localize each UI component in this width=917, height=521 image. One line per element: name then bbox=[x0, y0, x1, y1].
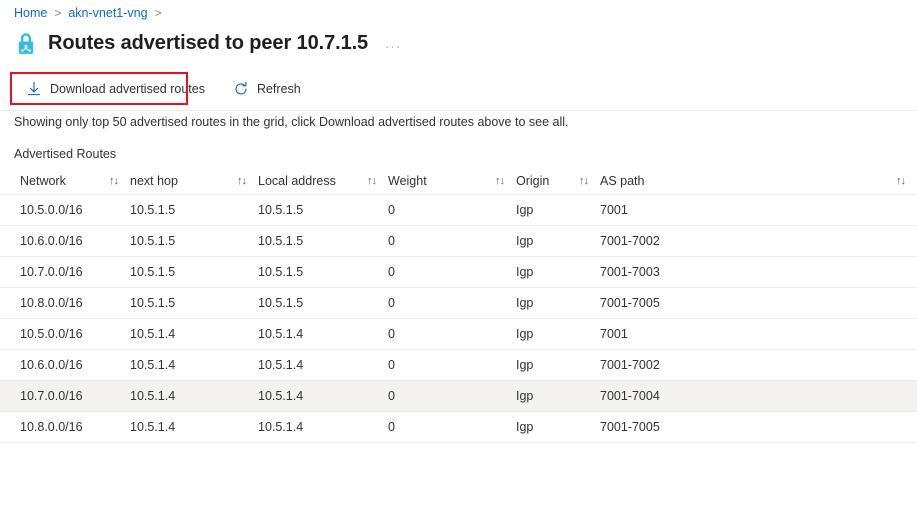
cell-origin: Igp bbox=[516, 256, 600, 288]
refresh-button[interactable]: Refresh bbox=[225, 74, 311, 104]
advertised-routes-grid: Network ↑↓ next hop ↑↓ Local address ↑↓ … bbox=[0, 168, 917, 443]
table-row[interactable]: 10.8.0.0/16 10.5.1.5 10.5.1.5 0 Igp 7001-7005 bbox=[0, 287, 917, 319]
column-header-as-path[interactable]: AS path ↑↓ bbox=[600, 168, 917, 195]
cell-local-address: 10.5.1.4 bbox=[258, 349, 388, 381]
cell-weight: 0 bbox=[388, 256, 516, 288]
cell-weight: 0 bbox=[388, 194, 516, 226]
sort-toggle-icon[interactable]: ↑↓ bbox=[896, 175, 906, 187]
table-row[interactable]: 10.5.0.0/16 10.5.1.4 10.5.1.4 0 Igp 7001 bbox=[0, 318, 917, 350]
refresh-label: Refresh bbox=[256, 82, 301, 96]
advertised-routes-table: Network ↑↓ next hop ↑↓ Local address ↑↓ … bbox=[0, 168, 917, 443]
cell-network: 10.6.0.0/16 bbox=[0, 349, 130, 381]
cell-network: 10.5.0.0/16 bbox=[0, 194, 130, 226]
cell-origin: Igp bbox=[516, 225, 600, 257]
breadcrumb-separator-icon: > bbox=[54, 6, 62, 20]
cell-as-path: 7001 bbox=[600, 318, 917, 350]
cell-origin: Igp bbox=[516, 411, 600, 443]
cell-network: 10.7.0.0/16 bbox=[0, 256, 130, 288]
breadcrumb-separator-icon: > bbox=[154, 6, 162, 20]
cell-as-path: 7001-7003 bbox=[600, 256, 917, 288]
grid-section-label: Advertised Routes bbox=[14, 147, 117, 161]
cell-local-address: 10.5.1.5 bbox=[258, 194, 388, 226]
column-header-origin[interactable]: Origin ↑↓ bbox=[516, 168, 600, 195]
cell-local-address: 10.5.1.5 bbox=[258, 287, 388, 319]
cell-local-address: 10.5.1.4 bbox=[258, 318, 388, 350]
column-header-weight-label: Weight bbox=[388, 174, 427, 188]
command-bar: Download advertised routes Refresh bbox=[0, 73, 917, 105]
cell-weight: 0 bbox=[388, 380, 516, 412]
column-header-network-label: Network bbox=[20, 174, 66, 188]
cell-next-hop: 10.5.1.5 bbox=[130, 194, 258, 226]
column-header-next-hop[interactable]: next hop ↑↓ bbox=[130, 168, 258, 195]
info-message: Showing only top 50 advertised routes in… bbox=[14, 115, 569, 129]
column-header-origin-label: Origin bbox=[516, 174, 550, 188]
table-row[interactable]: 10.7.0.0/16 10.5.1.5 10.5.1.5 0 Igp 7001-7003 bbox=[0, 256, 917, 288]
page-header: Routes advertised to peer 10.7.1.5 ... bbox=[14, 28, 401, 58]
download-advertised-routes-button[interactable]: Download advertised routes bbox=[18, 74, 215, 104]
cell-next-hop: 10.5.1.4 bbox=[130, 318, 258, 350]
vpn-gateway-lock-icon bbox=[18, 32, 34, 54]
cell-as-path: 7001 bbox=[600, 194, 917, 226]
table-body: 10.5.0.0/16 10.5.1.5 10.5.1.5 0 Igp 7001 10.6.… bbox=[0, 194, 917, 443]
table-row[interactable]: 10.7.0.0/16 10.5.1.4 10.5.1.4 0 Igp 7001-7004 bbox=[0, 380, 917, 412]
cell-local-address: 10.5.1.4 bbox=[258, 380, 388, 412]
cell-as-path: 7001-7005 bbox=[600, 411, 917, 443]
cell-local-address: 10.5.1.5 bbox=[258, 225, 388, 257]
cell-network: 10.5.0.0/16 bbox=[0, 318, 130, 350]
cell-network: 10.8.0.0/16 bbox=[0, 411, 130, 443]
cell-origin: Igp bbox=[516, 287, 600, 319]
column-header-as-path-label: AS path bbox=[600, 174, 645, 188]
cell-origin: Igp bbox=[516, 349, 600, 381]
cell-next-hop: 10.5.1.4 bbox=[130, 349, 258, 381]
download-advertised-routes-label: Download advertised routes bbox=[50, 82, 205, 96]
cell-as-path: 7001-7002 bbox=[600, 349, 917, 381]
cell-origin: Igp bbox=[516, 380, 600, 412]
column-header-weight[interactable]: Weight ↑↓ bbox=[388, 168, 516, 195]
table-row[interactable]: 10.8.0.0/16 10.5.1.4 10.5.1.4 0 Igp 7001-7005 bbox=[0, 411, 917, 443]
breadcrumb: Home > akn-vnet1-vng > bbox=[14, 4, 169, 22]
sort-toggle-icon[interactable]: ↑↓ bbox=[109, 175, 119, 187]
breadcrumb-item-vnet-gateway[interactable]: akn-vnet1-vng bbox=[68, 6, 147, 20]
routes-advertised-page: Home > akn-vnet1-vng > Routes advertised… bbox=[0, 0, 917, 521]
column-header-local-address[interactable]: Local address ↑↓ bbox=[258, 168, 388, 195]
refresh-circular-arrow-icon bbox=[235, 82, 247, 95]
cell-network: 10.6.0.0/16 bbox=[0, 225, 130, 257]
sort-toggle-icon[interactable]: ↑↓ bbox=[367, 175, 377, 187]
sort-toggle-icon[interactable]: ↑↓ bbox=[495, 175, 505, 187]
cell-next-hop: 10.5.1.5 bbox=[130, 256, 258, 288]
cell-weight: 0 bbox=[388, 349, 516, 381]
cell-next-hop: 10.5.1.5 bbox=[130, 225, 258, 257]
cell-as-path: 7001-7002 bbox=[600, 225, 917, 257]
cell-origin: Igp bbox=[516, 194, 600, 226]
sort-toggle-icon[interactable]: ↑↓ bbox=[579, 175, 589, 187]
cell-network: 10.8.0.0/16 bbox=[0, 287, 130, 319]
cell-weight: 0 bbox=[388, 411, 516, 443]
more-options-button[interactable]: ... bbox=[385, 35, 401, 51]
breadcrumb-item-home[interactable]: Home bbox=[14, 6, 47, 20]
table-header-row: Network ↑↓ next hop ↑↓ Local address ↑↓ … bbox=[0, 168, 917, 195]
cell-as-path: 7001-7005 bbox=[600, 287, 917, 319]
cell-origin: Igp bbox=[516, 318, 600, 350]
command-bar-divider bbox=[0, 110, 917, 111]
column-header-local-address-label: Local address bbox=[258, 174, 336, 188]
sort-toggle-icon[interactable]: ↑↓ bbox=[237, 175, 247, 187]
cell-next-hop: 10.5.1.4 bbox=[130, 411, 258, 443]
table-header: Network ↑↓ next hop ↑↓ Local address ↑↓ … bbox=[0, 168, 917, 195]
download-arrow-icon bbox=[28, 81, 40, 96]
cell-weight: 0 bbox=[388, 225, 516, 257]
cell-next-hop: 10.5.1.5 bbox=[130, 287, 258, 319]
cell-next-hop: 10.5.1.4 bbox=[130, 380, 258, 412]
cell-local-address: 10.5.1.4 bbox=[258, 411, 388, 443]
column-header-network[interactable]: Network ↑↓ bbox=[0, 168, 130, 195]
column-header-next-hop-label: next hop bbox=[130, 174, 178, 188]
cell-weight: 0 bbox=[388, 318, 516, 350]
table-row[interactable]: 10.6.0.0/16 10.5.1.5 10.5.1.5 0 Igp 7001-7002 bbox=[0, 225, 917, 257]
table-row[interactable]: 10.5.0.0/16 10.5.1.5 10.5.1.5 0 Igp 7001 bbox=[0, 194, 917, 226]
page-title: Routes advertised to peer 10.7.1.5 bbox=[48, 31, 369, 54]
cell-local-address: 10.5.1.5 bbox=[258, 256, 388, 288]
cell-as-path: 7001-7004 bbox=[600, 380, 917, 412]
table-row[interactable]: 10.6.0.0/16 10.5.1.4 10.5.1.4 0 Igp 7001-7002 bbox=[0, 349, 917, 381]
cell-network: 10.7.0.0/16 bbox=[0, 380, 130, 412]
cell-weight: 0 bbox=[388, 287, 516, 319]
